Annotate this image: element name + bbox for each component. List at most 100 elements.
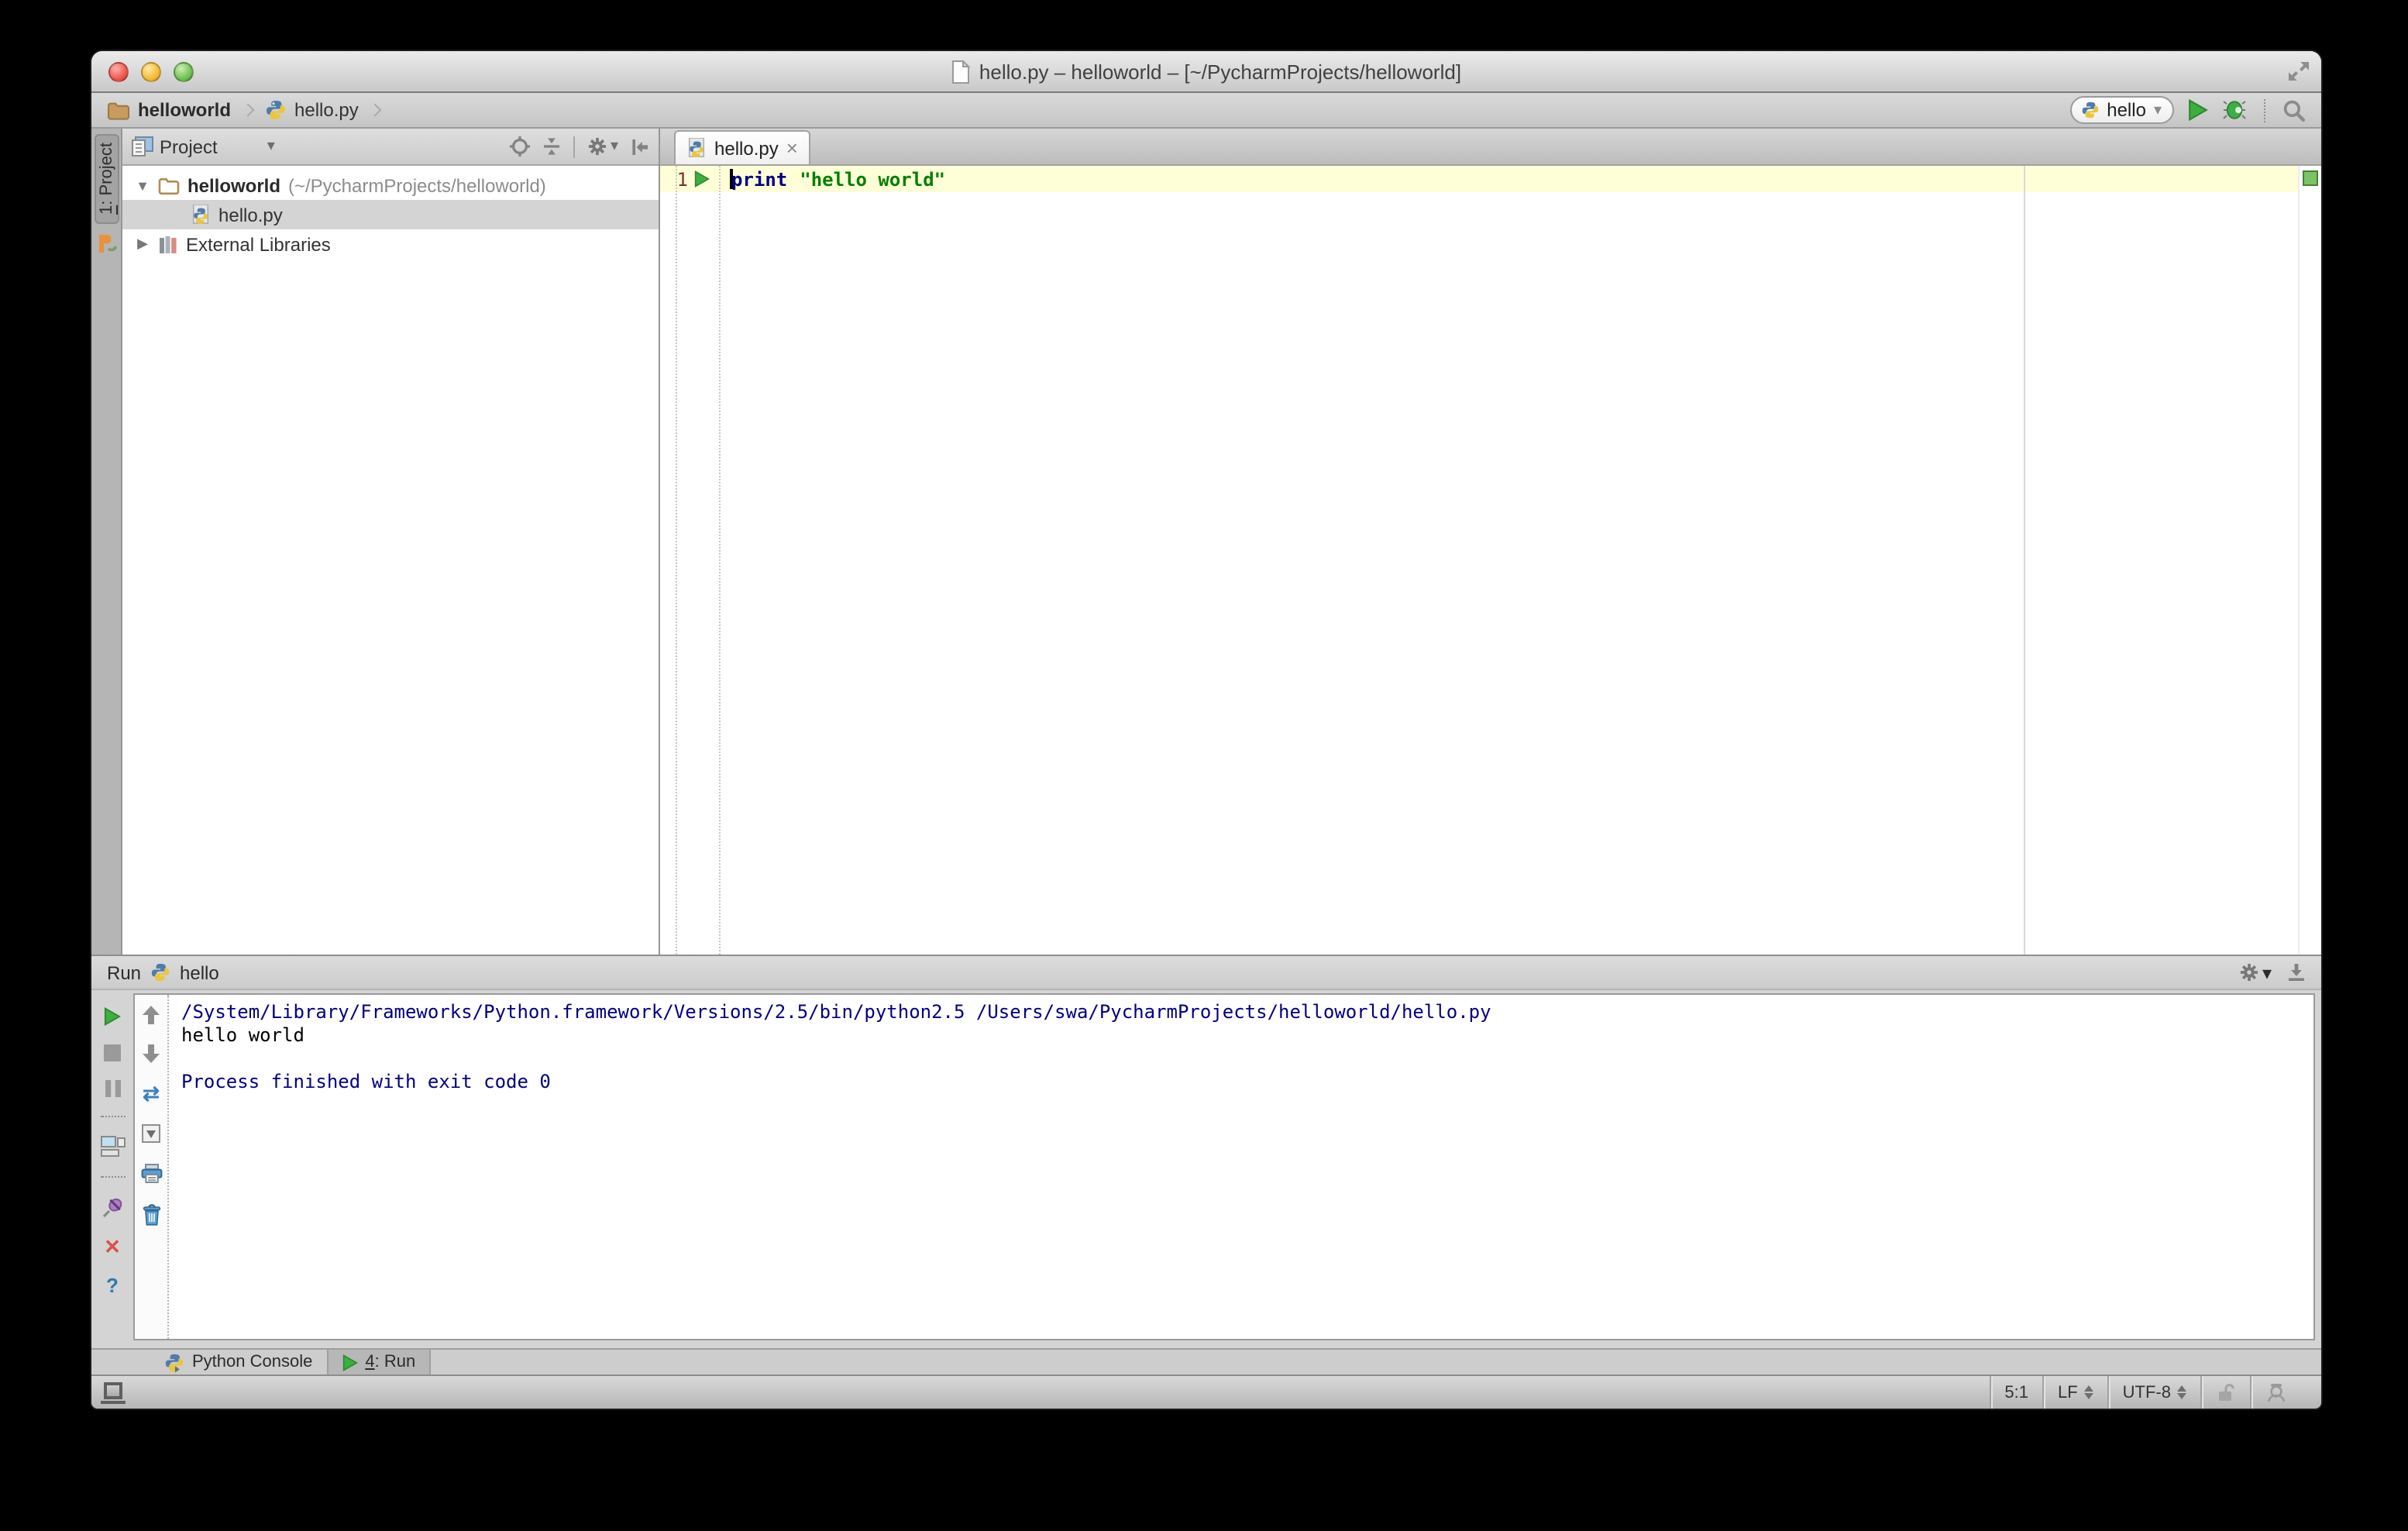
code-line-1: print "hello world" [722,166,2298,192]
zoom-window-button[interactable] [174,61,194,81]
main-area: 1: Project Project ▾ ▾ ▼ helloworld (~/P… [91,129,2321,955]
clear-all-trash-icon[interactable] [142,1204,160,1226]
collapse-all-icon[interactable] [542,136,561,157]
python-file-icon [265,99,287,121]
search-icon[interactable] [2282,98,2306,122]
help-button[interactable]: ? [106,1275,119,1295]
editor-body[interactable]: 1 print "hello world" [660,166,2321,955]
run-button[interactable] [2188,99,2208,121]
updown-icon [2177,1385,2186,1399]
console-output[interactable]: /System/Library/Frameworks/Python.framew… [169,995,2313,1339]
tree-expand-icon[interactable]: ▼ [135,177,150,193]
encoding-widget[interactable]: UTF-8 [2107,1376,2200,1409]
tree-project-name: helloworld [187,174,280,196]
tab-run-label: 4: Run [365,1353,415,1371]
run-panel-title: Run [107,962,142,983]
project-panel: Project ▾ ▾ ▼ helloworld (~/PycharmProje… [122,129,660,955]
caret-position-widget[interactable]: 5:1 [1989,1376,2042,1409]
print-icon[interactable] [140,1164,162,1184]
run-config-label: hello [180,962,219,983]
project-panel-title[interactable]: Project [160,136,218,157]
toggle-stripes-button[interactable] [101,1381,126,1403]
down-stacktrace-icon[interactable] [143,1044,160,1063]
stripes-square-icon [104,1381,122,1399]
chevron-down-icon: ▾ [2262,962,2272,983]
stripe-tab-mnemonic: 1 [97,205,115,215]
project-panel-header: Project ▾ ▾ [122,129,659,166]
settings-gear-icon[interactable]: ▾ [2239,962,2272,983]
run-line-icon[interactable] [694,170,710,188]
editor-tab-title: hello.py [714,137,779,159]
tree-collapse-icon[interactable]: ▶ [135,236,150,253]
tree-row-helloworld[interactable]: ▼ helloworld (~/PycharmProjects/hellowor… [122,170,659,200]
right-margin-guide [2024,166,2025,955]
scroll-to-end-icon[interactable] [141,1123,161,1144]
breadcrumb-file[interactable]: hello.py [294,99,359,121]
run-panel-body: ✕ ? ⇄ /System/Library/Frameworks/Python.… [91,990,2321,1348]
pin-tab-icon[interactable] [101,1196,123,1218]
status-bar: 5:1 LF UTF-8 [91,1374,2321,1409]
desktop: hello.py – helloworld – [~/PycharmProjec… [0,0,2408,1531]
library-books-icon [158,234,178,254]
pause-button[interactable] [105,1080,120,1097]
settings-gear-icon[interactable]: ▾ [587,136,618,157]
soft-wrap-icon[interactable]: ⇄ [143,1083,160,1103]
tree-project-path: (~/PycharmProjects/helloworld) [288,174,546,196]
panel-toolbar-separator [573,136,575,157]
chevron-down-icon: ▾ [2153,101,2162,119]
traffic-lights [108,61,194,81]
pycharm-tool-icon[interactable] [95,233,117,255]
title-bar: hello.py – helloworld – [~/PycharmProjec… [91,51,2321,93]
debug-button[interactable] [2222,99,2247,121]
close-tab-icon[interactable]: × [786,137,798,157]
close-console-button[interactable]: ✕ [104,1237,121,1257]
line-number: 1 [676,168,688,190]
stripe-tab-project[interactable]: 1: Project [94,133,119,224]
tree-file-name: hello.py [218,204,283,225]
stop-button[interactable] [104,1044,121,1061]
inspection-status-icon[interactable] [2303,170,2318,186]
caret-position-value: 5:1 [2004,1383,2028,1402]
hide-panel-icon[interactable] [631,137,649,156]
tree-row-hello-py[interactable]: hello.py [122,200,659,229]
console-stdout-line: hello world [181,1024,304,1046]
python-console-icon [164,1352,184,1372]
locate-file-icon[interactable] [509,136,530,157]
console-exit-line: Process finished with exit code 0 [181,1071,551,1092]
code-string: "hello world" [800,168,946,190]
highlighting-level-widget[interactable] [2250,1376,2301,1409]
run-panel-header: Run hello ▾ [91,956,2321,990]
chevron-down-icon[interactable]: ▾ [267,138,275,155]
tab-python-console[interactable]: Python Console [150,1350,326,1374]
run-configuration-select[interactable]: hello ▾ [2069,96,2174,124]
tool-window-bar: Python Console 4: Run [91,1348,2321,1374]
stripes-underbar [101,1400,126,1403]
run-tool-window: Run hello ▾ ✕ ? ⇄ /System/Library/Framew… [91,955,2321,1348]
folder-icon [107,100,130,120]
up-stacktrace-icon[interactable] [143,1006,160,1024]
chevron-right-icon [369,103,383,117]
minimize-window-button[interactable] [141,61,161,81]
lock-widget[interactable] [2200,1376,2250,1409]
line-separator-widget[interactable]: LF [2042,1376,2107,1409]
line-separator-value: LF [2057,1383,2078,1402]
rerun-button[interactable] [104,1007,121,1026]
close-window-button[interactable] [108,61,129,81]
status-bar-widgets: 5:1 LF UTF-8 [1989,1376,2321,1409]
project-view-icon [132,136,153,157]
tree-row-external-libraries[interactable]: ▶ External Libraries [122,229,659,259]
code-area[interactable]: print "hello world" [722,166,2298,955]
window-title-wrap: hello.py – helloworld – [~/PycharmProjec… [91,60,2321,83]
run-header-toolbar: ▾ [2239,962,2306,983]
tab-run[interactable]: 4: Run [326,1350,432,1374]
fullscreen-icon[interactable] [2287,60,2310,82]
restore-layout-icon[interactable] [100,1136,125,1158]
python-file-icon [686,138,707,158]
breadcrumb-project[interactable]: helloworld [138,99,231,121]
resize-grip[interactable] [2301,1376,2321,1409]
breadcrumb: helloworld hello.py [107,99,385,121]
editor-tab-hello-py[interactable]: hello.py × [674,130,810,164]
hide-panel-down-icon[interactable] [2287,962,2306,982]
toolbar-separator [2264,98,2265,122]
